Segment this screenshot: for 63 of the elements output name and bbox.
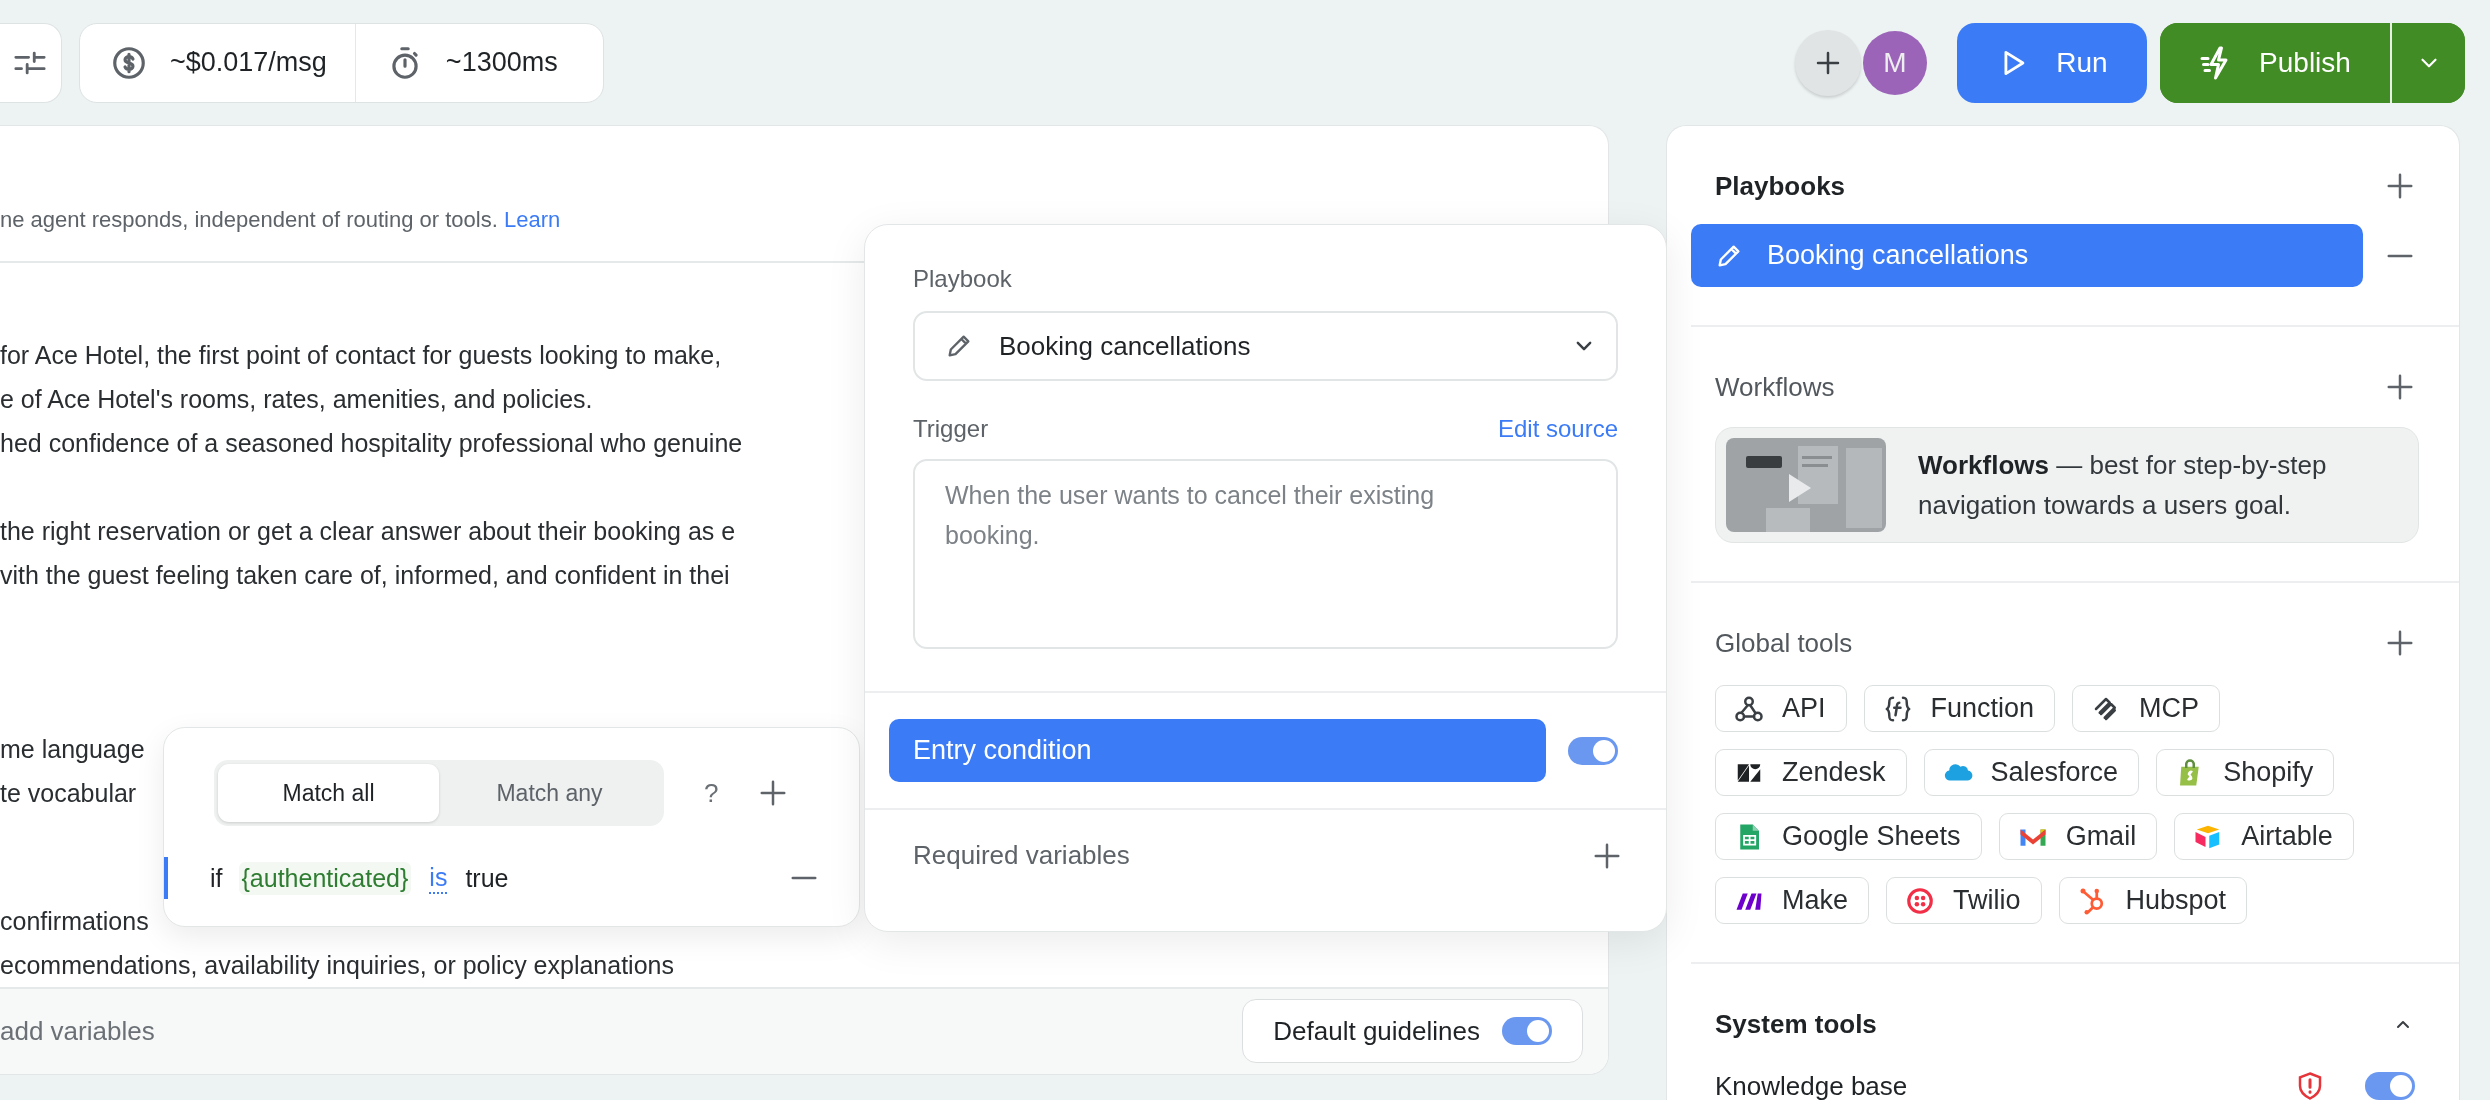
- instructions-description: ne agent responds, independent of routing or tools. Learn: [0, 206, 561, 233]
- tool-chip[interactable]: Hubspot: [2058, 877, 2248, 924]
- tool-chip[interactable]: Airtable: [2174, 813, 2354, 860]
- plus-icon[interactable]: [2385, 372, 2415, 402]
- variables-hint: add variables: [0, 1015, 156, 1047]
- prompt-text-line: the right reservation or get a clear answer about their booking as e: [0, 515, 736, 547]
- edit-source-link[interactable]: Edit source: [1497, 415, 1618, 443]
- toggle-switch[interactable]: [1502, 1017, 1552, 1046]
- section-title: System tools: [1715, 1008, 1877, 1040]
- tool-name: Knowledge base: [1715, 1070, 1908, 1100]
- tool-chip[interactable]: Salesforce: [1923, 749, 2140, 796]
- entry-condition-item[interactable]: Entry condition: [889, 719, 1546, 782]
- section-title: Workflows: [1715, 371, 1835, 403]
- section-title: Playbooks: [1715, 170, 1846, 202]
- section-label: Required variables: [913, 840, 1130, 871]
- ring-icon: [1905, 885, 1936, 916]
- user-avatar[interactable]: M: [1863, 30, 1927, 95]
- prompt-text-line: confirmations: [0, 905, 149, 937]
- default-guidelines-label: Default guidelines: [1273, 1015, 1480, 1047]
- learn-link[interactable]: Learn: [503, 206, 561, 232]
- playbook-item[interactable]: Booking cancellations: [1691, 224, 2363, 287]
- help-button[interactable]: ?: [704, 777, 719, 809]
- prompt-text-line: ecommendations, availability inquiries, or policy explanations: [0, 949, 674, 981]
- tool-chip[interactable]: Shopify: [2156, 749, 2335, 796]
- toggle-switch[interactable]: [2365, 1072, 2415, 1100]
- settings-button[interactable]: [0, 22, 62, 103]
- tool-chip[interactable]: API: [1715, 685, 1847, 732]
- toggle-switch[interactable]: [1568, 736, 1618, 765]
- match-mode-tab[interactable]: Match any: [439, 764, 660, 822]
- tool-chip[interactable]: Google Sheets: [1715, 813, 1982, 860]
- default-guidelines-control[interactable]: Default guidelines: [1242, 999, 1583, 1064]
- latency-estimate: ~1300ms: [445, 47, 558, 78]
- plus-icon[interactable]: [2385, 628, 2415, 658]
- tool-chip[interactable]: MCP: [2072, 685, 2221, 732]
- playbook-dropdown[interactable]: Booking cancellations: [913, 311, 1618, 381]
- tool-chip[interactable]: Function: [1863, 685, 2056, 732]
- prompt-text-line: te vocabular: [0, 777, 137, 809]
- field-label: Trigger: [913, 415, 989, 443]
- dropdown-value: Booking cancellations: [999, 330, 1251, 362]
- variable-chip[interactable]: {authenticated}: [238, 861, 412, 895]
- prompt-text-line: hed confidence of a seasoned hospitality professional who genuine: [0, 427, 743, 459]
- prompt-text-line: e of Ace Hotel's rooms, rates, amenities, and policies.: [0, 383, 593, 415]
- prompt-text-line: vith the guest feeling taken care of, informed, and confident in thei: [0, 559, 730, 591]
- tool-chip[interactable]: Make: [1715, 877, 1870, 924]
- tool-chip[interactable]: Zendesk: [1715, 749, 1907, 796]
- cost-estimate: ~$0.017/msg: [170, 47, 327, 78]
- trigger-field[interactable]: When the user wants to cancel their existing booking.: [913, 459, 1618, 649]
- workflows-promo-card[interactable]: Workflows — best for step-by-step navigation towards a users goal.: [1715, 427, 2419, 543]
- condition-keyword: if: [210, 863, 223, 893]
- publish-button[interactable]: Publish: [2160, 22, 2392, 103]
- tool-chip[interactable]: Gmail: [1998, 813, 2158, 860]
- condition-value: true: [465, 863, 509, 893]
- match-mode-tab[interactable]: Match all: [218, 764, 439, 822]
- operator-selector[interactable]: is: [429, 862, 448, 894]
- field-label: Playbook: [913, 265, 1013, 293]
- prompt-text-line: for Ace Hotel, the first point of contact for guests looking to make,: [0, 339, 722, 371]
- run-button[interactable]: Run: [1957, 22, 2147, 103]
- section-title: Global tools: [1715, 627, 1853, 659]
- chevron-down-icon: [1576, 341, 1592, 351]
- tool-chip[interactable]: Twilio: [1886, 877, 2042, 924]
- workflows-description: Workflows — best for step-by-step navigation towards a users goal.: [1918, 449, 2328, 522]
- plus-icon[interactable]: [2385, 171, 2415, 201]
- prompt-text-line: me language: [0, 733, 145, 765]
